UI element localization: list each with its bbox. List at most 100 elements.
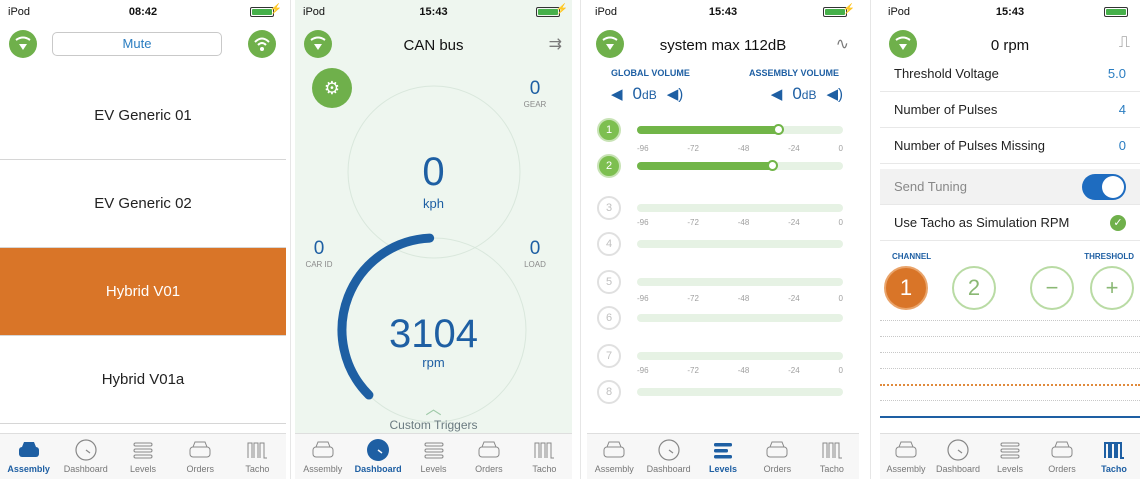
list-item[interactable]: EV Generic 02: [0, 160, 286, 248]
car-id-label: CAR ID: [305, 260, 333, 269]
scale-tick: -48: [737, 366, 750, 375]
app-logo-icon[interactable]: [9, 30, 37, 58]
volume-down-icon[interactable]: ◀: [611, 85, 623, 103]
tab-levels[interactable]: Levels: [406, 434, 461, 479]
channel-level-slider[interactable]: [637, 124, 843, 135]
tab-levels[interactable]: Levels: [696, 434, 750, 479]
signal-trace: [880, 352, 1140, 353]
volume-up-icon[interactable]: ◀): [826, 85, 843, 103]
tab-assembly[interactable]: Assembly: [0, 434, 57, 479]
levels-icon: [406, 438, 461, 462]
global-volume-label: GLOBAL VOLUME: [611, 68, 690, 78]
tab-assembly[interactable]: Assembly: [587, 434, 641, 479]
app-logo-icon[interactable]: [596, 30, 624, 58]
chevron-up-icon[interactable]: ︿: [295, 395, 572, 419]
channel-row: 2: [597, 154, 843, 180]
db-scale: -96 -72 -48 -24 0: [637, 144, 843, 154]
tab-orders[interactable]: Orders: [172, 434, 229, 479]
channel-level-slider[interactable]: [637, 278, 843, 286]
tab-tacho[interactable]: Tacho: [517, 434, 572, 479]
db-scale: -96 -72 -48 -24 0: [637, 366, 843, 376]
levels-icon: [696, 438, 750, 462]
clock: 08:42: [128, 6, 158, 18]
clock: 15:43: [708, 6, 738, 18]
assembly-list: EV Generic 01 EV Generic 02 Hybrid V01 H…: [0, 72, 286, 424]
volume-down-icon[interactable]: ◀: [771, 85, 783, 103]
pulse-icon: [517, 438, 572, 462]
checkmark-icon[interactable]: ✓: [1110, 214, 1126, 231]
tab-orders[interactable]: Orders: [750, 434, 804, 479]
channel-toggle[interactable]: 5: [597, 270, 621, 294]
tab-dashboard[interactable]: Dashboard: [641, 434, 695, 479]
channel-level-slider[interactable]: [637, 352, 843, 360]
page-title: 0 rpm: [990, 37, 1030, 54]
tab-dashboard[interactable]: Dashboard: [350, 434, 405, 479]
custom-triggers-button[interactable]: Custom Triggers: [295, 418, 572, 432]
mute-button[interactable]: Mute: [52, 32, 222, 56]
pulse-icon[interactable]: ⎍: [1119, 34, 1130, 52]
tab-assembly[interactable]: Assembly: [295, 434, 350, 479]
slider-handle[interactable]: [766, 160, 778, 171]
channel-level-slider[interactable]: [637, 160, 843, 171]
waveform-icon[interactable]: ∿: [836, 34, 849, 54]
channel-toggle[interactable]: 4: [597, 232, 621, 256]
channel-level-slider[interactable]: [637, 204, 843, 212]
tab-orders[interactable]: Orders: [461, 434, 516, 479]
tab-dashboard[interactable]: Dashboard: [57, 434, 114, 479]
db-scale: -96 -72 -48 -24 0: [637, 294, 843, 304]
tab-assembly[interactable]: Assembly: [880, 434, 932, 479]
scale-tick: -96: [637, 144, 649, 153]
channel-level-slider[interactable]: [637, 388, 843, 396]
scale-tick: -24: [788, 294, 800, 303]
threshold-voltage-row[interactable]: Threshold Voltage 5.0: [880, 56, 1140, 92]
channel-2-button[interactable]: 2: [952, 266, 996, 310]
scale-tick: -72: [687, 144, 699, 153]
signal-baseline: [880, 416, 1140, 418]
num-pulses-missing-row[interactable]: Number of Pulses Missing 0: [880, 128, 1140, 164]
db-scale: -96 -72 -48 -24 0: [637, 218, 843, 228]
channel-row: 5: [597, 270, 843, 296]
car-id-value: 0: [313, 238, 325, 259]
charging-icon: ⚡: [842, 4, 855, 15]
slider-handle[interactable]: [773, 124, 785, 135]
wifi-icon[interactable]: [248, 30, 276, 58]
channel-toggle[interactable]: 8: [597, 380, 621, 404]
scale-tick: -48: [737, 144, 750, 153]
orders-car-icon: [461, 438, 516, 462]
list-item[interactable]: EV Generic 01: [0, 72, 286, 160]
scale-tick: -96: [637, 366, 649, 375]
channel-level-slider[interactable]: [637, 240, 843, 248]
scale-tick: -24: [788, 218, 800, 227]
rpm-value: 3104: [389, 312, 478, 356]
channel-toggle[interactable]: 2: [597, 154, 621, 178]
tab-tacho[interactable]: Tacho: [229, 434, 286, 479]
tab-dashboard[interactable]: Dashboard: [932, 434, 984, 479]
volume-up-icon[interactable]: ◀): [667, 85, 684, 103]
global-volume-control: ◀ 0dB ◀): [611, 84, 683, 104]
signal-trace: [880, 320, 1140, 321]
num-pulses-row[interactable]: Number of Pulses 4: [880, 92, 1140, 128]
tab-orders[interactable]: Orders: [1036, 434, 1088, 479]
tab-tacho[interactable]: Tacho: [1088, 434, 1140, 479]
channel-level-slider[interactable]: [637, 314, 843, 322]
app-logo-icon[interactable]: [889, 30, 917, 58]
speed-value: 0: [422, 150, 445, 194]
use-tacho-row[interactable]: Use Tacho as Simulation RPM ✓: [880, 205, 1140, 241]
tab-tacho[interactable]: Tacho: [805, 434, 859, 479]
send-tuning-toggle[interactable]: [1082, 173, 1126, 200]
threshold-plus-button[interactable]: +: [1090, 266, 1134, 310]
orders-car-icon: [1036, 438, 1088, 462]
channel-toggle[interactable]: 1: [597, 118, 621, 142]
channel-toggle[interactable]: 3: [597, 196, 621, 220]
tab-levels[interactable]: Levels: [984, 434, 1036, 479]
threshold-minus-button[interactable]: −: [1030, 266, 1074, 310]
channel-toggle[interactable]: 6: [597, 306, 621, 330]
status-bar: iPod 15:43 ⚡: [587, 0, 859, 26]
channel-toggle[interactable]: 7: [597, 344, 621, 368]
list-item[interactable]: Hybrid V01a: [0, 336, 286, 424]
speedometer-icon: [57, 438, 114, 462]
list-item-selected[interactable]: Hybrid V01: [0, 248, 286, 336]
tab-levels[interactable]: Levels: [114, 434, 171, 479]
channel-1-button[interactable]: 1: [884, 266, 928, 310]
scale-tick: -96: [637, 218, 649, 227]
